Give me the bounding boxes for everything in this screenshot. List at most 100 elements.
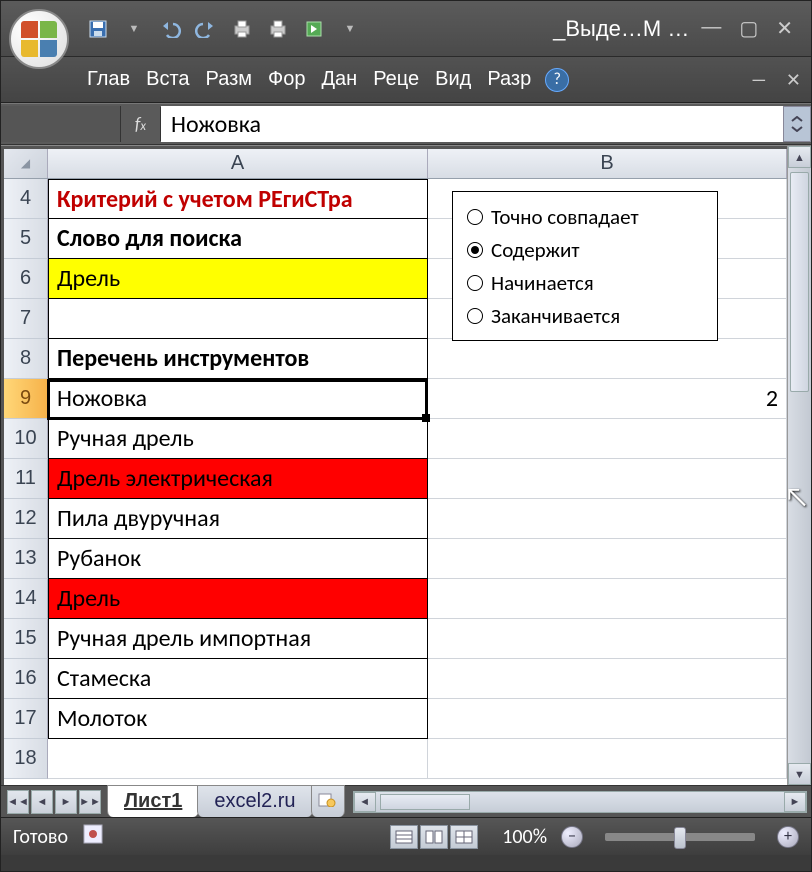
- horizontal-scrollbar[interactable]: ◄ ►: [353, 791, 807, 813]
- cell[interactable]: [428, 739, 787, 779]
- row-header[interactable]: 8: [4, 339, 48, 379]
- scroll-down-button[interactable]: ▼: [788, 763, 811, 785]
- tab-layout[interactable]: Разм: [198, 62, 261, 97]
- macro-icon[interactable]: [303, 18, 325, 40]
- cell[interactable]: [428, 499, 787, 539]
- sheet-tab[interactable]: excel2.ru: [197, 785, 312, 817]
- cell[interactable]: [428, 619, 787, 659]
- undo-icon[interactable]: [159, 18, 181, 40]
- scroll-right-button[interactable]: ►: [784, 792, 806, 812]
- row-header[interactable]: 13: [4, 539, 48, 579]
- tab-data[interactable]: Дан: [313, 62, 365, 97]
- close-button[interactable]: ✕: [776, 16, 793, 41]
- cell[interactable]: Стамеска: [48, 659, 428, 699]
- formula-input[interactable]: Ножовка: [161, 106, 783, 142]
- cell[interactable]: [428, 459, 787, 499]
- last-tab-button[interactable]: ►►: [79, 790, 101, 814]
- scroll-thumb[interactable]: [380, 794, 470, 810]
- print-preview-icon[interactable]: [231, 18, 253, 40]
- page-layout-view-button[interactable]: [420, 825, 448, 849]
- cell[interactable]: [428, 539, 787, 579]
- tab-developer[interactable]: Разр: [479, 62, 539, 97]
- qat-more-icon[interactable]: ▼: [339, 18, 361, 40]
- row-header[interactable]: 18: [4, 739, 48, 779]
- maximize-button[interactable]: ▢: [739, 16, 758, 41]
- cell[interactable]: [48, 299, 428, 339]
- cell[interactable]: Перечень инструментов: [48, 339, 428, 379]
- normal-view-button[interactable]: [390, 825, 418, 849]
- cell[interactable]: 2: [428, 379, 787, 419]
- tab-formulas[interactable]: Фор: [260, 62, 313, 97]
- ribbon-minimize-button[interactable]: ―: [750, 68, 768, 92]
- column-header-a[interactable]: A: [48, 149, 428, 178]
- cell[interactable]: Пила двуручная: [48, 499, 428, 539]
- tab-review[interactable]: Реце: [365, 62, 427, 97]
- minimize-button[interactable]: ―: [701, 16, 721, 41]
- row-header[interactable]: 11: [4, 459, 48, 499]
- row-header[interactable]: 6: [4, 259, 48, 299]
- cell[interactable]: Молоток: [48, 699, 428, 739]
- cell[interactable]: Ручная дрель импортная: [48, 619, 428, 659]
- quick-print-icon[interactable]: [267, 18, 289, 40]
- scroll-thumb[interactable]: [790, 172, 809, 392]
- zoom-slider[interactable]: [605, 833, 755, 841]
- page-break-view-button[interactable]: [450, 825, 478, 849]
- tab-view[interactable]: Вид: [427, 62, 479, 97]
- cell[interactable]: [48, 739, 428, 779]
- row-header[interactable]: 14: [4, 579, 48, 619]
- row-header[interactable]: 9: [4, 379, 48, 419]
- cell[interactable]: [428, 419, 787, 459]
- row-header[interactable]: 16: [4, 659, 48, 699]
- help-button[interactable]: ?: [545, 68, 569, 92]
- scroll-up-button[interactable]: ▲: [788, 146, 811, 168]
- save-icon[interactable]: [87, 18, 109, 40]
- row-header[interactable]: 17: [4, 699, 48, 739]
- ribbon-close-button[interactable]: ✕: [786, 69, 801, 91]
- select-all-corner[interactable]: [4, 149, 48, 178]
- expand-formula-bar-button[interactable]: [783, 106, 811, 142]
- first-tab-button[interactable]: ◄◄: [7, 790, 29, 814]
- row-header[interactable]: 7: [4, 299, 48, 339]
- vertical-scrollbar[interactable]: ▲ ▼: [787, 146, 811, 785]
- cell[interactable]: [428, 339, 787, 379]
- cell[interactable]: [428, 659, 787, 699]
- prev-tab-button[interactable]: ◄: [31, 790, 53, 814]
- scroll-track[interactable]: [788, 168, 811, 763]
- name-box[interactable]: [1, 106, 121, 142]
- macro-rec-icon[interactable]: [82, 823, 104, 851]
- redo-icon[interactable]: [195, 18, 217, 40]
- column-header-b[interactable]: B: [428, 149, 787, 178]
- radio-starts[interactable]: Начинается: [467, 270, 703, 296]
- radio-contains[interactable]: Содержит: [467, 237, 703, 263]
- cell[interactable]: [428, 579, 787, 619]
- office-button[interactable]: [9, 9, 69, 69]
- row-header[interactable]: 15: [4, 619, 48, 659]
- row-header[interactable]: 12: [4, 499, 48, 539]
- cell[interactable]: Ручная дрель: [48, 419, 428, 459]
- zoom-level[interactable]: 100%: [502, 825, 547, 849]
- cell[interactable]: Дрель: [48, 579, 428, 619]
- row-header[interactable]: 10: [4, 419, 48, 459]
- tab-insert[interactable]: Вста: [138, 62, 197, 97]
- scroll-track[interactable]: [376, 792, 784, 812]
- zoom-in-button[interactable]: +: [777, 826, 799, 848]
- zoom-out-button[interactable]: −: [561, 826, 583, 848]
- cell[interactable]: Дрель: [48, 259, 428, 299]
- cell[interactable]: [428, 699, 787, 739]
- cell[interactable]: Слово для поиска: [48, 219, 428, 259]
- cell[interactable]: Критерий с учетом РЕгиСТра: [48, 179, 428, 219]
- row-header[interactable]: 4: [4, 179, 48, 219]
- new-sheet-button[interactable]: [311, 785, 345, 817]
- cell[interactable]: Рубанок: [48, 539, 428, 579]
- row-header[interactable]: 5: [4, 219, 48, 259]
- scroll-left-button[interactable]: ◄: [354, 792, 376, 812]
- cell[interactable]: Дрель электрическая: [48, 459, 428, 499]
- radio-exact[interactable]: Точно совпадает: [467, 204, 703, 230]
- save-dropdown-icon[interactable]: ▼: [123, 18, 145, 40]
- tab-home[interactable]: Глав: [79, 62, 138, 97]
- cell[interactable]: Ножовка: [48, 379, 428, 419]
- radio-ends[interactable]: Заканчивается: [467, 303, 703, 329]
- next-tab-button[interactable]: ►: [55, 790, 77, 814]
- sheet-tab-active[interactable]: Лист1: [107, 785, 199, 817]
- fx-icon[interactable]: fx: [121, 107, 161, 141]
